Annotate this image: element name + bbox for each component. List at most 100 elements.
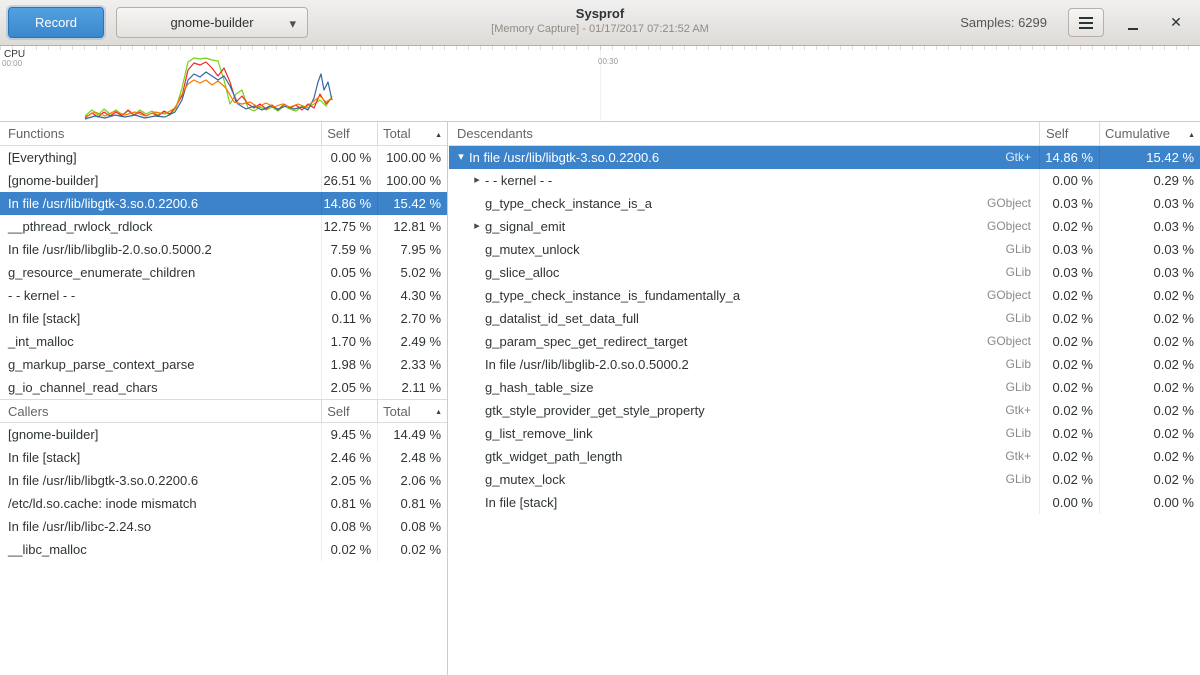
table-row[interactable]: In file /usr/lib/libglib-2.0.so.0.5000.2…: [449, 353, 1200, 376]
table-row[interactable]: gtk_widget_path_lengthGtk+0.02 %0.02 %: [449, 445, 1200, 468]
minimize-button[interactable]: [1119, 9, 1147, 37]
descendant-name-cell: g_mutex_lockGLib: [449, 468, 1040, 491]
function-name: g_signal_emit: [485, 215, 565, 238]
table-row[interactable]: g_type_check_instance_is_aGObject0.03 %0…: [449, 192, 1200, 215]
self-percent: 14.86 %: [1040, 146, 1100, 169]
descendant-name-cell: ▸g_signal_emitGObject: [449, 215, 1040, 238]
menu-button[interactable]: [1068, 8, 1104, 37]
callers-table: [gnome-builder]9.45 %14.49 %In file [sta…: [0, 423, 447, 561]
table-row[interactable]: In file /usr/lib/libgtk-3.so.0.2200.62.0…: [0, 469, 447, 492]
expander-icon[interactable]: ▾: [453, 146, 469, 169]
cpu-series-line: [85, 62, 332, 118]
library-category-label: GLib: [1006, 307, 1031, 330]
cpu-series-line: [85, 72, 332, 119]
self-percent: 0.02 %: [1040, 353, 1100, 376]
library-category-label: GLib: [1006, 261, 1031, 284]
self-column-header[interactable]: Self: [1040, 122, 1100, 145]
cpu-graph[interactable]: CPU 00:00 00:30: [0, 46, 1200, 122]
table-row[interactable]: g_mutex_lockGLib0.02 %0.02 %: [449, 468, 1200, 491]
total-percent: 0.02 %: [378, 538, 447, 561]
close-button[interactable]: [1162, 9, 1190, 37]
cumulative-percent: 0.02 %: [1100, 307, 1200, 330]
function-name: [gnome-builder]: [0, 423, 322, 446]
total-percent: 2.49 %: [378, 330, 447, 353]
descendants-column-header[interactable]: Descendants: [449, 122, 1040, 145]
table-row[interactable]: g_type_check_instance_is_fundamentally_a…: [449, 284, 1200, 307]
function-name: - - kernel - -: [0, 284, 322, 307]
total-percent: 0.08 %: [378, 515, 447, 538]
descendant-name-cell: ▸- - kernel - -: [449, 169, 1040, 192]
table-row[interactable]: g_datalist_id_set_data_fullGLib0.02 %0.0…: [449, 307, 1200, 330]
library-category-label: Gtk+: [1005, 445, 1031, 468]
column-label: Self: [1046, 122, 1068, 145]
self-percent: 0.00 %: [1040, 169, 1100, 192]
total-percent: 15.42 %: [378, 192, 447, 215]
table-row[interactable]: g_resource_enumerate_children0.05 %5.02 …: [0, 261, 447, 284]
expander-icon[interactable]: ▸: [469, 169, 485, 192]
library-category-label: GLib: [1006, 353, 1031, 376]
self-percent: 9.45 %: [322, 423, 378, 446]
table-row[interactable]: g_mutex_unlockGLib0.03 %0.03 %: [449, 238, 1200, 261]
table-row[interactable]: _int_malloc1.70 %2.49 %: [0, 330, 447, 353]
self-percent: 14.86 %: [322, 192, 378, 215]
table-row[interactable]: g_hash_table_sizeGLib0.02 %0.02 %: [449, 376, 1200, 399]
function-name: gtk_style_provider_get_style_property: [485, 399, 705, 422]
headerbar: Record gnome-builder Sysprof [Memory Cap…: [0, 0, 1200, 46]
total-column-header[interactable]: Total: [378, 122, 447, 145]
sort-indicator-icon: [435, 400, 447, 422]
table-row[interactable]: [gnome-builder]9.45 %14.49 %: [0, 423, 447, 446]
sort-indicator-icon: [435, 122, 447, 145]
callers-column-header[interactable]: Callers: [0, 400, 322, 422]
cumulative-column-header[interactable]: Cumulative: [1100, 122, 1200, 145]
self-percent: 2.05 %: [322, 376, 378, 399]
table-row[interactable]: ▾In file /usr/lib/libgtk-3.so.0.2200.6Gt…: [449, 146, 1200, 169]
total-percent: 100.00 %: [378, 169, 447, 192]
table-row[interactable]: /etc/ld.so.cache: inode mismatch0.81 %0.…: [0, 492, 447, 515]
functions-pane: Functions Self Total [Everything]0.00 %1…: [0, 122, 448, 675]
table-row[interactable]: g_slice_allocGLib0.03 %0.03 %: [449, 261, 1200, 284]
column-label: Total: [383, 400, 410, 422]
record-button[interactable]: Record: [8, 7, 104, 38]
descendant-name-cell: g_list_remove_linkGLib: [449, 422, 1040, 445]
table-row[interactable]: __pthread_rwlock_rdlock12.75 %12.81 %: [0, 215, 447, 238]
table-row[interactable]: [gnome-builder]26.51 %100.00 %: [0, 169, 447, 192]
table-row[interactable]: ▸- - kernel - -0.00 %0.29 %: [449, 169, 1200, 192]
table-row[interactable]: [Everything]0.00 %100.00 %: [0, 146, 447, 169]
table-row[interactable]: In file /usr/lib/libgtk-3.so.0.2200.614.…: [0, 192, 447, 215]
cumulative-percent: 0.02 %: [1100, 353, 1200, 376]
self-percent: 0.02 %: [1040, 215, 1100, 238]
table-row[interactable]: In file [stack]0.00 %0.00 %: [449, 491, 1200, 514]
self-percent: 26.51 %: [322, 169, 378, 192]
function-name: __pthread_rwlock_rdlock: [0, 215, 322, 238]
cumulative-percent: 0.29 %: [1100, 169, 1200, 192]
function-name: g_type_check_instance_is_fundamentally_a: [485, 284, 740, 307]
self-column-header[interactable]: Self: [322, 122, 378, 145]
function-name: g_list_remove_link: [485, 422, 593, 445]
expander-icon[interactable]: ▸: [469, 215, 485, 238]
self-column-header[interactable]: Self: [322, 400, 378, 422]
total-column-header[interactable]: Total: [378, 400, 447, 422]
cumulative-percent: 0.02 %: [1100, 330, 1200, 353]
functions-column-header[interactable]: Functions: [0, 122, 322, 145]
table-row[interactable]: g_markup_parse_context_parse1.98 %2.33 %: [0, 353, 447, 376]
table-row[interactable]: g_param_spec_get_redirect_targetGObject0…: [449, 330, 1200, 353]
self-percent: 0.02 %: [1040, 307, 1100, 330]
function-name: In file /usr/lib/libgtk-3.so.0.2200.6: [469, 146, 659, 169]
table-row[interactable]: In file [stack]2.46 %2.48 %: [0, 446, 447, 469]
table-row[interactable]: gtk_style_provider_get_style_property Gtk…: [449, 399, 1200, 422]
profile-target-dropdown[interactable]: gnome-builder: [116, 7, 308, 38]
headerbar-right: Samples: 6299: [960, 0, 1190, 45]
self-percent: 0.02 %: [1040, 284, 1100, 307]
table-row[interactable]: - - kernel - -0.00 %4.30 %: [0, 284, 447, 307]
table-row[interactable]: g_io_channel_read_chars2.05 %2.11 %: [0, 376, 447, 399]
table-row[interactable]: ▸g_signal_emitGObject0.02 %0.03 %: [449, 215, 1200, 238]
table-row[interactable]: g_list_remove_linkGLib0.02 %0.02 %: [449, 422, 1200, 445]
table-row[interactable]: __libc_malloc0.02 %0.02 %: [0, 538, 447, 561]
library-category-label: GLib: [1006, 376, 1031, 399]
table-row[interactable]: In file /usr/lib/libglib-2.0.so.0.5000.2…: [0, 238, 447, 261]
table-row[interactable]: In file /usr/lib/libc-2.24.so0.08 %0.08 …: [0, 515, 447, 538]
cumulative-percent: 0.02 %: [1100, 399, 1200, 422]
table-row[interactable]: In file [stack]0.11 %2.70 %: [0, 307, 447, 330]
close-icon: [1170, 14, 1182, 31]
library-category-label: Gtk+: [1005, 399, 1031, 422]
